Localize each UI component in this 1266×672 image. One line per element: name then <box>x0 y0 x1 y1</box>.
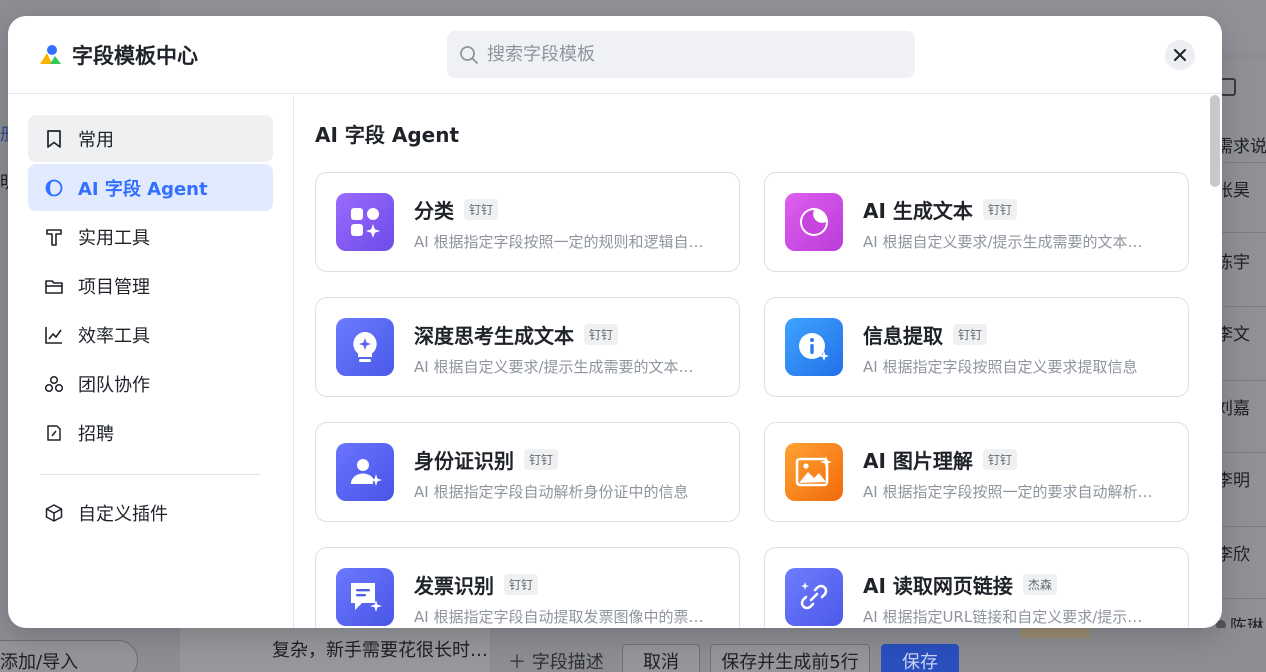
card-title: 深度思考生成文本 钉钉 <box>414 320 619 349</box>
template-card-classify[interactable]: 分类 钉钉 AI 根据指定字段按照一定的规则和逻辑自… <box>315 172 740 272</box>
background-add-import-label: 添加/导入 <box>0 652 79 672</box>
sidebar-item-project[interactable]: 项目管理 <box>28 262 273 309</box>
field-template-center-modal: 字段模板中心 常用 AI 字段 Agent <box>8 16 1222 628</box>
card-title: AI 生成文本 钉钉 <box>863 195 1017 224</box>
sidebar-item-label: 自定义插件 <box>78 503 168 525</box>
background-save-generate-button: 保存并生成前5行 <box>710 644 870 672</box>
background-cancel-button: 取消 <box>622 644 700 672</box>
generate-text-icon <box>785 193 843 251</box>
sidebar-item-ai-agent[interactable]: AI 字段 Agent <box>28 164 273 211</box>
image-understand-icon <box>785 443 843 501</box>
card-description: AI 根据指定字段按照一定的规则和逻辑自… <box>414 233 704 251</box>
template-card-deep-thinking[interactable]: 深度思考生成文本 钉钉 AI 根据自定义要求/提示生成需要的文本… <box>315 297 740 397</box>
template-card-invoice[interactable]: 发票识别 钉钉 AI 根据指定字段自动提取发票图像中的票… <box>315 547 740 628</box>
card-title: AI 读取网页链接 杰森 <box>863 570 1057 599</box>
card-title: 分类 钉钉 <box>414 195 499 224</box>
source-tag: 杰森 <box>1022 574 1057 595</box>
sidebar-item-team[interactable]: 团队协作 <box>28 360 273 407</box>
sidebar-item-label: 招聘 <box>78 423 114 445</box>
sidebar-item-recruit[interactable]: 招聘 <box>28 409 273 456</box>
sidebar-item-tools[interactable]: 实用工具 <box>28 213 273 260</box>
card-title: 信息提取 钉钉 <box>863 320 988 349</box>
card-description: AI 根据指定字段自动解析身份证中的信息 <box>414 483 689 501</box>
sidebar-divider <box>40 474 260 475</box>
background-field-desc: ＋ 字段描述 <box>508 652 604 672</box>
sidebar-item-efficiency[interactable]: 效率工具 <box>28 311 273 358</box>
folder-icon <box>44 276 64 296</box>
recruit-icon <box>44 423 64 443</box>
ai-agent-icon <box>44 178 64 198</box>
card-description: AI 根据指定字段自动提取发票图像中的票… <box>414 608 704 626</box>
close-button[interactable] <box>1165 40 1195 70</box>
background-person: 需求说 <box>1216 137 1266 157</box>
sidebar-item-label: AI 字段 Agent <box>78 178 208 200</box>
sidebar-item-label: 项目管理 <box>78 276 150 298</box>
tool-icon <box>44 227 64 247</box>
search-box[interactable] <box>447 31 915 78</box>
search-input[interactable] <box>487 44 887 65</box>
card-description: AI 根据自定义要求/提示生成需要的文本… <box>414 358 694 376</box>
template-list: AI 字段 Agent 分类 钉钉 AI 根据指定字段按照一定的规则和逻辑自… A… <box>295 95 1207 628</box>
category-icon <box>336 193 394 251</box>
card-description: AI 根据指定字段按照自定义要求提取信息 <box>863 358 1138 376</box>
source-tag: 钉钉 <box>953 324 988 345</box>
close-icon <box>1174 49 1186 61</box>
search-icon <box>460 45 478 64</box>
sidebar-item-label: 常用 <box>78 129 114 151</box>
card-description: AI 根据指定URL链接和自定义要求/提示… <box>863 608 1143 626</box>
content-scrollbar[interactable] <box>1209 95 1222 628</box>
background-save-button: 保存 <box>881 644 959 672</box>
modal-header: 字段模板中心 <box>8 16 1222 94</box>
template-card-image-understand[interactable]: AI 图片理解 钉钉 AI 根据指定字段按照一定的要求自动解析… <box>764 422 1189 522</box>
invoice-icon <box>336 568 394 626</box>
background-card-text: 复杂，新手需要花很长时… <box>272 640 488 661</box>
team-icon <box>44 374 64 394</box>
source-tag: 钉钉 <box>982 449 1017 470</box>
lightbulb-icon <box>336 318 394 376</box>
template-card-ai-generate-text[interactable]: AI 生成文本 钉钉 AI 根据自定义要求/提示生成需要的文本… <box>764 172 1189 272</box>
link-icon <box>785 568 843 626</box>
source-tag: 钉钉 <box>464 199 499 220</box>
card-description: AI 根据自定义要求/提示生成需要的文本… <box>863 233 1143 251</box>
scrollbar-thumb[interactable] <box>1210 95 1220 187</box>
logo-icon <box>40 45 61 64</box>
bookmark-icon <box>44 129 64 149</box>
modal-title: 字段模板中心 <box>72 44 198 68</box>
template-card-id-card[interactable]: 身份证识别 钉钉 AI 根据指定字段自动解析身份证中的信息 <box>315 422 740 522</box>
sidebar-item-common[interactable]: 常用 <box>28 115 273 162</box>
sidebar-item-label: 团队协作 <box>78 374 150 396</box>
template-card-info-extract[interactable]: 信息提取 钉钉 AI 根据指定字段按照自定义要求提取信息 <box>764 297 1189 397</box>
template-card-read-webpage[interactable]: AI 读取网页链接 杰森 AI 根据指定URL链接和自定义要求/提示… <box>764 547 1189 628</box>
source-tag: 钉钉 <box>982 199 1017 220</box>
info-extract-icon <box>785 318 843 376</box>
category-sidebar: 常用 AI 字段 Agent 实用工具 项目管理 效率工具 团队协作 招聘 自定… <box>8 95 294 628</box>
sidebar-item-label: 效率工具 <box>78 325 150 347</box>
source-tag: 钉钉 <box>504 574 539 595</box>
card-title: AI 图片理解 钉钉 <box>863 445 1017 474</box>
card-title: 身份证识别 钉钉 <box>414 445 559 474</box>
source-tag: 钉钉 <box>524 449 559 470</box>
sidebar-item-label: 实用工具 <box>78 227 150 249</box>
sidebar-item-custom-plugin[interactable]: 自定义插件 <box>28 489 273 536</box>
id-card-icon <box>336 443 394 501</box>
chart-line-icon <box>44 325 64 345</box>
card-title: 发票识别 钉钉 <box>414 570 539 599</box>
source-tag: 钉钉 <box>584 324 619 345</box>
cube-icon <box>44 503 64 523</box>
card-description: AI 根据指定字段按照一定的要求自动解析… <box>863 483 1153 501</box>
section-title: AI 字段 Agent <box>315 123 460 147</box>
